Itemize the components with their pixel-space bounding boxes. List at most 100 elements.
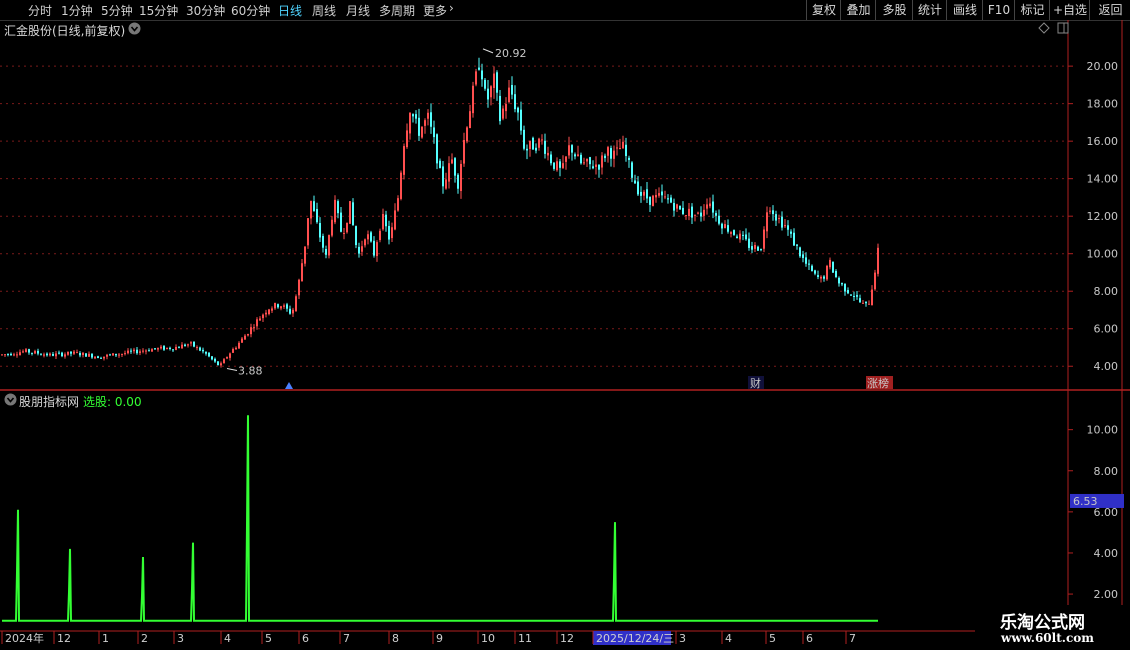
candle-body [130, 350, 132, 352]
candle-body [97, 356, 99, 359]
candle-body [829, 259, 831, 268]
panel-toggle-icon[interactable] [1057, 22, 1069, 37]
candle-body [352, 202, 354, 226]
candle-body [853, 295, 855, 297]
candle-body [286, 304, 288, 309]
date-label: 4 [725, 632, 732, 645]
candle-body [697, 212, 699, 214]
candle-body [619, 147, 621, 150]
candle-body [133, 349, 135, 352]
candle-body [340, 212, 342, 232]
candle-body [538, 138, 540, 148]
candle-body [670, 197, 672, 203]
candle-body [655, 194, 657, 198]
candle-body [754, 244, 756, 249]
candle-body [37, 350, 39, 354]
candle-body [706, 204, 708, 209]
candle-body [484, 79, 486, 89]
chart-canvas[interactable]: 20.923.88财 涨榜 4.006.008.0010.0012.0014.00… [0, 0, 1130, 650]
chevron-down-icon[interactable] [128, 22, 141, 38]
candle-body [733, 230, 735, 235]
candle-body [553, 162, 555, 169]
candle-body [157, 348, 159, 350]
candle-body [118, 354, 120, 356]
candle-body [259, 318, 261, 321]
date-label: 3 [177, 632, 184, 645]
date-label: 5 [769, 632, 776, 645]
candle-body [616, 147, 618, 149]
candle-body [388, 225, 390, 240]
candle-body [316, 209, 318, 223]
candle-body [826, 265, 828, 280]
candle-body [550, 154, 552, 164]
candle-body [652, 195, 654, 207]
candle-body [745, 234, 747, 240]
candle-body [664, 196, 666, 198]
price-tick-label: 4.00 [1094, 360, 1119, 373]
candle-body [841, 283, 843, 285]
candle-body [718, 215, 720, 224]
candle-body [724, 224, 726, 229]
price-tick-label: 10.00 [1087, 248, 1119, 261]
candle-body [223, 359, 225, 364]
candle-body [349, 201, 351, 224]
candle-body [220, 363, 222, 366]
candle-body [397, 198, 399, 211]
candle-body [466, 127, 468, 142]
candle-body [1, 354, 3, 356]
date-label: 7 [343, 632, 350, 645]
price-tick-label: 18.00 [1087, 98, 1119, 111]
candle-body [493, 73, 495, 88]
candle-body [835, 271, 837, 278]
date-label: 9 [436, 632, 443, 645]
candle-body [46, 353, 48, 356]
candle-body [88, 353, 90, 357]
candle-body [787, 225, 789, 230]
candle-body [40, 354, 42, 356]
candle-body [319, 223, 321, 238]
price-grid [0, 65, 1068, 367]
candle-body [649, 196, 651, 205]
candle-body [430, 112, 432, 127]
candle-body [850, 294, 852, 296]
candle-body [763, 229, 765, 249]
candle-body [625, 144, 627, 157]
candle-body [109, 354, 111, 356]
candle-body [679, 205, 681, 210]
candle-body [694, 214, 696, 216]
chevron-down-icon[interactable] [4, 393, 17, 409]
candle-body [517, 107, 519, 113]
date-label: 7 [849, 632, 856, 645]
candle-body [511, 84, 513, 95]
indicator-tick-label: 4.00 [1094, 547, 1119, 560]
candle-body [34, 351, 36, 354]
candle-body [874, 272, 876, 290]
candle-body [805, 257, 807, 264]
candle-body [721, 223, 723, 229]
candle-body [400, 172, 402, 199]
candle-body [760, 249, 762, 251]
candle-body [778, 218, 780, 220]
candle-body [394, 210, 396, 230]
candle-body [457, 174, 459, 189]
candle-body [295, 296, 297, 311]
candle-body [415, 114, 417, 119]
candle-body [622, 141, 624, 149]
candle-body [4, 354, 6, 356]
diamond-icon[interactable] [1038, 22, 1050, 37]
candle-body [631, 162, 633, 178]
candle-body [634, 180, 636, 184]
watermark-url: www.60lt.com [1001, 631, 1094, 645]
candle-body [442, 166, 444, 187]
candle-body [589, 157, 591, 165]
limit-marker: 涨榜 [867, 376, 889, 390]
candle-body [154, 348, 156, 350]
candle-body [742, 234, 744, 236]
candle-body [454, 158, 456, 176]
candle-body [217, 361, 219, 366]
candle-body [439, 160, 441, 168]
candle-body [136, 349, 138, 354]
candle-body [148, 350, 150, 352]
candle-body [190, 342, 192, 344]
candle-body [607, 147, 609, 156]
